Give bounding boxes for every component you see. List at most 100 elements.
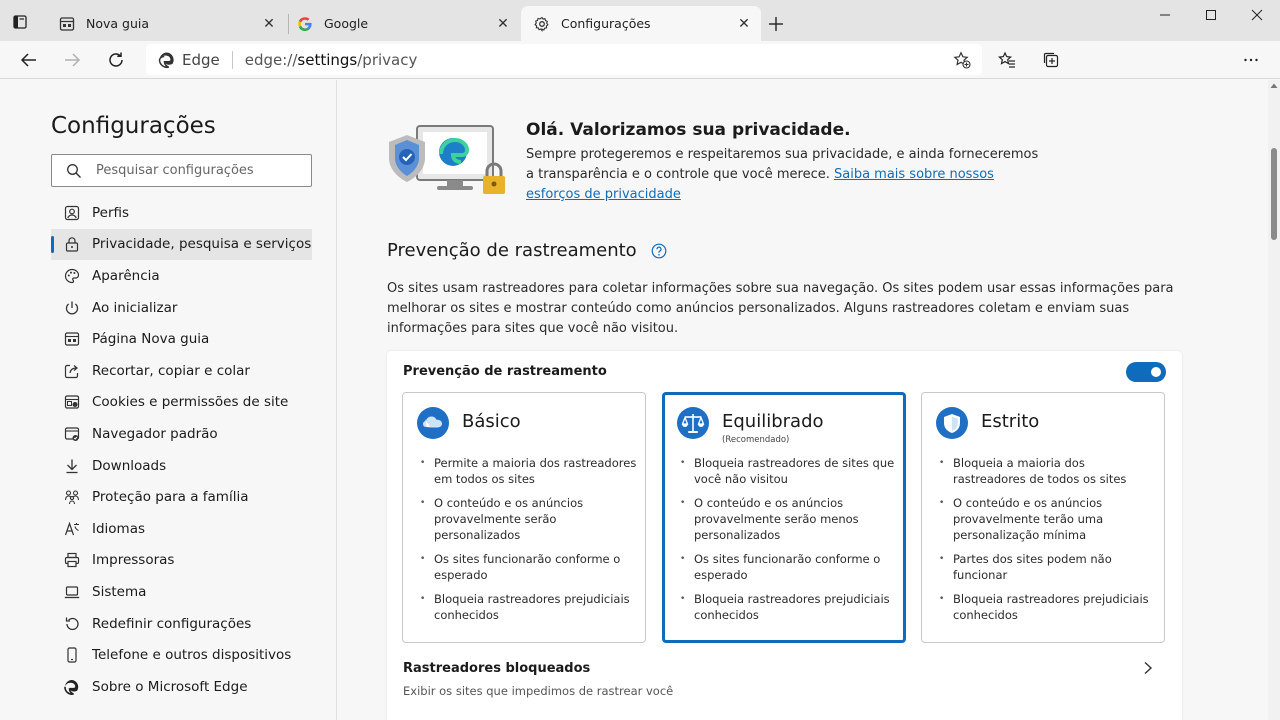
level-bullet: Bloqueia a maioria dos rastreadores de t… — [939, 455, 1158, 487]
sidebar-item-sobre[interactable]: Sobre o Microsoft Edge — [51, 671, 312, 703]
toolbar: Edge edge://settings/privacy — [0, 41, 1280, 79]
sidebar-item-label: Redefinir configurações — [92, 615, 252, 632]
settings-sidebar: Configurações Perfis Privacidade, pesqui… — [0, 80, 337, 720]
printer-icon — [63, 551, 81, 569]
url-text[interactable]: edge://settings/privacy — [245, 51, 948, 69]
power-icon — [63, 299, 81, 317]
sidebar-item-sistema[interactable]: Sistema — [51, 576, 312, 608]
sidebar-item-label: Navegador padrão — [92, 425, 218, 442]
level-bullets: Bloqueia a maioria dos rastreadores de t… — [939, 455, 1158, 631]
level-bullet: O conteúdo e os anúncios provavelmente s… — [420, 495, 639, 543]
tab-label: Configurações — [561, 16, 651, 31]
level-bullet: Bloqueia rastreadores prejudiciais conhe… — [420, 591, 639, 623]
tracking-level-basico[interactable]: Básico Permite a maioria dos rastreadore… — [402, 392, 646, 643]
new-tab-icon — [58, 15, 76, 33]
level-name: Básico — [462, 411, 521, 432]
reset-icon — [63, 615, 81, 633]
collections-icon[interactable] — [1036, 45, 1066, 75]
url-path: /privacy — [357, 50, 418, 69]
back-button[interactable] — [14, 45, 44, 75]
phone-icon — [63, 646, 81, 664]
level-bullet: Bloqueia rastreadores de sites que você … — [680, 455, 899, 487]
level-name: Estrito — [981, 411, 1040, 432]
settings-nav: Perfis Privacidade, pesquisa e serviços … — [51, 197, 312, 703]
sidebar-item-cookies[interactable]: Cookies e permissões de site — [51, 387, 312, 419]
toggle-knob — [1151, 367, 1161, 377]
privacy-hero-title: Olá. Valorizamos sua privacidade. — [526, 120, 851, 140]
sidebar-item-ao-inicializar[interactable]: Ao inicializar — [51, 292, 312, 324]
favorites-icon[interactable] — [992, 45, 1022, 75]
tracking-prevention-heading: Prevenção de rastreamento — [387, 240, 667, 261]
tracking-prevention-toggle[interactable] — [1126, 362, 1166, 382]
sidebar-item-aparencia[interactable]: Aparência — [51, 260, 312, 292]
minimize-button[interactable] — [1142, 0, 1188, 30]
level-bullet: Bloqueia rastreadores prejudiciais conhe… — [680, 591, 899, 623]
google-icon — [296, 15, 314, 33]
level-bullet: Os sites funcionarão conforme o esperado — [420, 551, 639, 583]
sidebar-item-label: Sistema — [92, 583, 147, 600]
languages-icon — [63, 520, 81, 538]
title-bar: Nova guia ✕ Google ✕ Configurações ✕ — [0, 0, 1280, 41]
level-bullet: Bloqueia rastreadores prejudiciais conhe… — [939, 591, 1158, 623]
sidebar-item-protecao-familia[interactable]: Proteção para a família — [51, 481, 312, 513]
level-name: Equilibrado — [722, 411, 824, 432]
close-icon[interactable]: ✕ — [492, 13, 514, 35]
sidebar-item-label: Recortar, copiar e colar — [92, 362, 250, 379]
help-icon[interactable] — [651, 243, 667, 259]
search-settings-box[interactable] — [51, 154, 312, 187]
tab-configuracoes[interactable]: Configurações ✕ — [521, 6, 761, 41]
page-scrollbar[interactable] — [1268, 80, 1280, 720]
level-bullets: Bloqueia rastreadores de sites que você … — [680, 455, 899, 631]
tab-actions-icon[interactable] — [6, 8, 34, 36]
close-window-button[interactable] — [1234, 0, 1280, 30]
sidebar-item-label: Idiomas — [92, 520, 146, 537]
sidebar-item-label: Sobre o Microsoft Edge — [92, 678, 248, 695]
sidebar-item-label: Impressoras — [92, 552, 175, 569]
sidebar-item-telefone[interactable]: Telefone e outros dispositivos — [51, 639, 312, 671]
sidebar-item-label: Ao inicializar — [92, 299, 178, 316]
tracking-level-equilibrado[interactable]: Equilibrado (Recomendado) Bloqueia rastr… — [662, 392, 906, 643]
address-bar[interactable]: Edge edge://settings/privacy — [146, 44, 982, 75]
url-host: settings — [297, 50, 358, 69]
privacy-hero-description: Sempre protegeremos e respeitaremos sua … — [526, 145, 1046, 205]
settings-main: Olá. Valorizamos sua privacidade. Sempre… — [338, 80, 1268, 720]
forward-button[interactable] — [57, 45, 87, 75]
sidebar-item-downloads[interactable]: Downloads — [51, 450, 312, 482]
sidebar-item-navegador-padrao[interactable]: Navegador padrão — [51, 418, 312, 450]
scroll-up-arrow-icon[interactable] — [1270, 82, 1278, 90]
sidebar-item-redefinir[interactable]: Redefinir configurações — [51, 608, 312, 640]
sidebar-item-label: Aparência — [92, 267, 160, 284]
address-divider — [231, 50, 233, 69]
close-icon[interactable]: ✕ — [258, 13, 280, 35]
tracking-level-estrito[interactable]: Estrito Bloqueia a maioria dos rastreado… — [921, 392, 1165, 643]
more-options-icon[interactable] — [1236, 45, 1266, 75]
maximize-button[interactable] — [1188, 0, 1234, 30]
close-icon[interactable]: ✕ — [733, 13, 755, 35]
blocked-trackers-subtitle: Exibir os sites que impedimos de rastrea… — [403, 684, 674, 698]
sidebar-item-recortar-copiar-colar[interactable]: Recortar, copiar e colar — [51, 355, 312, 387]
tab-google[interactable]: Google ✕ — [284, 6, 520, 41]
add-favorite-icon[interactable] — [948, 46, 976, 74]
sidebar-item-label: Downloads — [92, 457, 167, 474]
sidebar-item-perfis[interactable]: Perfis — [51, 197, 312, 229]
chevron-right-icon[interactable] — [1137, 657, 1159, 679]
level-bullet: Os sites funcionarão conforme o esperado — [680, 551, 899, 583]
sidebar-item-pagina-nova-guia[interactable]: Página Nova guia — [51, 323, 312, 355]
edge-logo-icon — [158, 51, 176, 69]
tab-nova-guia[interactable]: Nova guia ✕ — [46, 6, 286, 41]
scroll-thumb[interactable] — [1271, 148, 1277, 240]
gear-icon — [533, 15, 551, 33]
sidebar-item-idiomas[interactable]: Idiomas — [51, 513, 312, 545]
blocked-trackers-title[interactable]: Rastreadores bloqueados — [403, 661, 590, 676]
sidebar-item-impressoras[interactable]: Impressoras — [51, 545, 312, 577]
edge-logo-icon — [63, 678, 81, 696]
refresh-button[interactable] — [101, 45, 131, 75]
level-bullets: Permite a maioria dos rastreadores em to… — [420, 455, 639, 631]
laptop-icon — [63, 583, 81, 601]
search-settings-input[interactable] — [96, 163, 296, 178]
sidebar-item-privacidade[interactable]: Privacidade, pesquisa e serviços — [51, 228, 312, 261]
sidebar-item-label: Perfis — [92, 204, 130, 221]
palette-icon — [63, 267, 81, 285]
sidebar-item-label: Cookies e permissões de site — [92, 394, 289, 411]
new-tab-button[interactable] — [764, 12, 788, 36]
